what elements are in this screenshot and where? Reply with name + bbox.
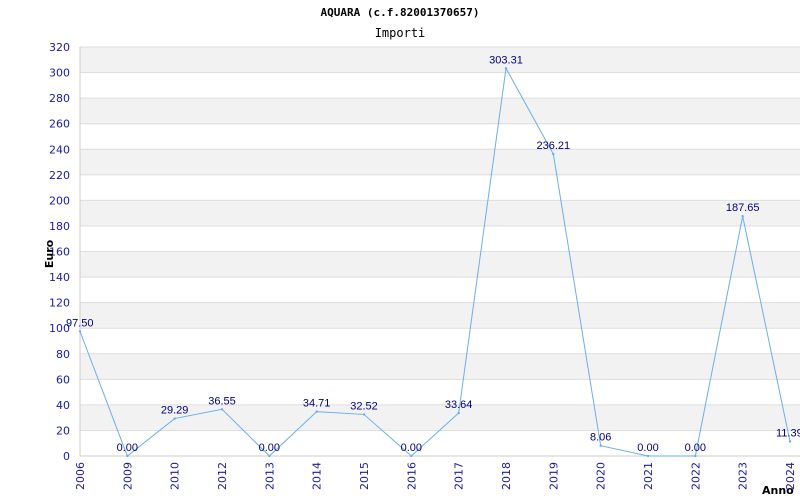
data-label: 34.71 [303, 398, 331, 410]
data-point [78, 330, 82, 333]
data-label: 0.00 [401, 442, 422, 454]
data-point [504, 67, 508, 70]
y-tick-label: 300 [49, 67, 70, 80]
data-label: 0.00 [637, 442, 658, 454]
y-tick-label: 280 [49, 92, 70, 105]
data-label: 8.06 [590, 432, 611, 444]
y-tick-label: 60 [56, 373, 70, 386]
y-tick-label: 220 [49, 169, 70, 182]
y-tick-label: 200 [49, 194, 70, 207]
y-tick-label: 240 [49, 143, 70, 156]
grid-band [80, 251, 800, 278]
x-tick-label: 2009 [121, 462, 134, 490]
data-label: 97.50 [66, 317, 94, 329]
data-label: 29.29 [161, 405, 189, 417]
y-tick-label: 0 [63, 450, 70, 463]
data-point [552, 152, 555, 156]
data-label: 0.00 [117, 442, 138, 454]
data-point [173, 417, 176, 420]
grid-band [80, 149, 800, 175]
data-point [788, 440, 792, 443]
grid-band [80, 353, 800, 380]
data-point [741, 214, 744, 218]
data-label: 32.52 [350, 400, 378, 412]
x-tick-label: 2013 [263, 462, 276, 490]
y-tick-label: 260 [49, 118, 70, 131]
x-tick-label: 2022 [689, 462, 702, 490]
data-point [457, 411, 460, 415]
x-axis-label: Anno [762, 484, 794, 497]
data-label: 33.64 [445, 399, 473, 411]
line-chart: 0204060801001201401601802002202402602803… [43, 6, 800, 497]
data-point [694, 454, 697, 458]
y-tick-label: 80 [56, 348, 70, 361]
x-tick-label: 2015 [358, 462, 371, 490]
x-tick-label: 2006 [74, 462, 87, 490]
y-tick-label: 20 [56, 424, 70, 437]
y-tick-label: 140 [49, 271, 70, 284]
x-tick-labels: 2006 2009 2010 2012 2013 2014 2015 2016 2017 2018… [74, 462, 797, 490]
data-label: 0.00 [259, 442, 280, 454]
data-point [646, 454, 650, 458]
y-tick-label: 320 [49, 41, 70, 54]
y-tick-label: 180 [49, 220, 70, 233]
x-tick-label: 2019 [547, 462, 560, 490]
data-point [410, 454, 413, 458]
data-point [220, 408, 224, 411]
data-label: 303.31 [489, 54, 523, 66]
x-tick-label: 2021 [642, 462, 655, 490]
data-point [315, 410, 318, 413]
grid-band [80, 47, 800, 73]
data-point [268, 454, 271, 458]
x-tick-label: 2016 [405, 462, 418, 490]
grid-band [80, 98, 800, 124]
x-tick-label: 2023 [737, 462, 750, 490]
data-label: 0.00 [685, 442, 706, 454]
grid-bands [80, 47, 800, 431]
x-tick-label: 2014 [311, 462, 324, 490]
y-axis-label: Euro [43, 239, 56, 268]
x-tick-label: 2012 [216, 462, 229, 490]
data-label: 187.65 [726, 202, 760, 214]
y-tick-label: 120 [49, 297, 70, 310]
data-point [126, 454, 129, 458]
data-label: 236.21 [537, 140, 571, 152]
chart-title: AQUARA (c.f.82001370657) [321, 6, 480, 19]
y-tick-label: 40 [56, 399, 70, 412]
data-label: 11.39 [776, 427, 800, 439]
x-tick-label: 2017 [453, 462, 466, 490]
chart-subtitle: Importi [375, 26, 426, 40]
data-point [362, 413, 366, 416]
data-label: 36.55 [208, 395, 236, 407]
data-point [599, 444, 602, 447]
grid-band [80, 302, 800, 329]
x-tick-label: 2018 [500, 462, 513, 490]
x-tick-label: 2010 [169, 462, 182, 490]
grid-band [80, 200, 800, 226]
x-tick-label: 2020 [595, 462, 608, 490]
